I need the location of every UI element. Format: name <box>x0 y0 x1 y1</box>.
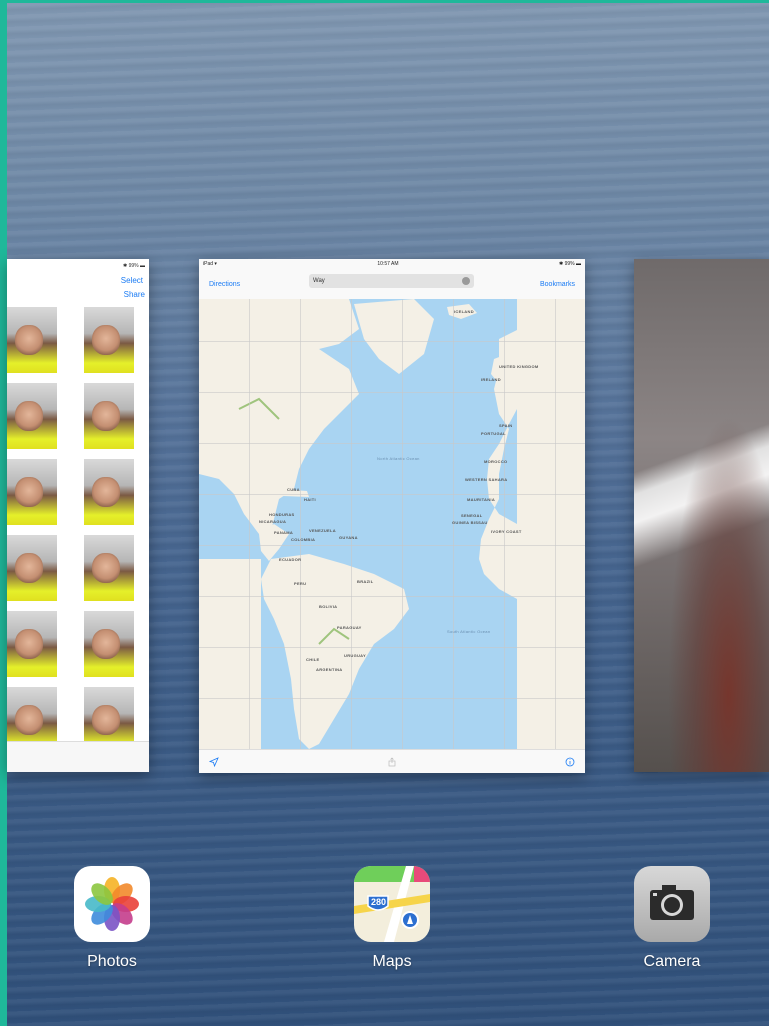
carrier-label: iPad ▾ <box>203 261 217 267</box>
map-label: PARAGUAY <box>337 625 362 630</box>
map-label: CHILE <box>306 657 320 662</box>
photos-bottom-bar <box>7 741 149 772</box>
map-label: MOROCCO <box>484 459 508 464</box>
maps-app-card[interactable]: iPad ▾ 10:57 AM ✱ 99% ▬ Directions Way B… <box>199 259 585 773</box>
clear-icon[interactable] <box>462 277 470 285</box>
map-label: COLOMBIA <box>291 537 316 542</box>
maps-nav-bar: Directions Way Bookmarks <box>199 269 585 300</box>
share-icon[interactable] <box>387 757 397 767</box>
photo-thumbnail[interactable] <box>84 383 134 449</box>
photo-thumbnail[interactable] <box>84 459 134 525</box>
photo-thumbnail[interactable] <box>7 459 57 525</box>
map-label: CUBA <box>287 487 300 492</box>
photos-flower-icon <box>85 877 139 931</box>
battery-status: ✱ 99% ▬ <box>559 261 581 267</box>
photo-thumbnail[interactable] <box>7 535 57 601</box>
photos-status-right: ✱ 99% ▬ <box>123 263 145 269</box>
map-label: IVORY COAST <box>491 529 522 534</box>
maps-status-bar: iPad ▾ 10:57 AM ✱ 99% ▬ <box>199 259 585 269</box>
camera-app-icon[interactable] <box>634 866 710 942</box>
bookmarks-button[interactable]: Bookmarks <box>540 281 575 288</box>
map-label: South Atlantic Ocean <box>447 629 491 634</box>
map-label: GUINEA BISSAU <box>452 520 488 525</box>
map-label: PORTUGAL <box>481 431 506 436</box>
photos-app-icon-group[interactable]: Photos <box>73 866 151 971</box>
map-label: ICELAND <box>454 309 474 314</box>
directions-button[interactable]: Directions <box>209 281 240 288</box>
map-label: MAURITANIA <box>467 497 496 502</box>
maps-road-icon <box>354 866 430 942</box>
maps-app-icon-group[interactable]: 280 Maps <box>353 866 431 971</box>
photo-thumbnail[interactable] <box>84 307 134 373</box>
photo-thumbnail[interactable] <box>7 307 57 373</box>
map-label: NICARAGUA <box>259 519 287 524</box>
camera-app-label: Camera <box>643 953 701 970</box>
map-label: PANAMA <box>274 530 294 535</box>
camera-app-card[interactable] <box>634 259 769 772</box>
highway-shield-label: 280 <box>370 897 387 907</box>
photo-thumbnail[interactable] <box>84 535 134 601</box>
select-button[interactable]: Select <box>121 276 143 285</box>
photos-app-icon[interactable] <box>74 866 150 942</box>
photos-toolbar: Select <box>7 273 149 287</box>
map-label: North Atlantic Ocean <box>377 456 420 461</box>
search-field[interactable]: Way <box>309 274 474 288</box>
info-icon[interactable] <box>565 757 575 767</box>
map-label: HAITI <box>304 497 316 502</box>
share-button[interactable]: Share <box>124 290 145 299</box>
status-time: 10:57 AM <box>377 261 399 267</box>
map-view[interactable]: ICELAND UNITED KINGDOM IRELAND SPAIN POR… <box>199 299 585 749</box>
map-label: ECUADOR <box>279 557 302 562</box>
photos-share-row: Share <box>7 287 149 301</box>
map-label: BRAZIL <box>357 579 374 584</box>
map-label: ARGENTINA <box>316 667 343 672</box>
photo-thumbnail[interactable] <box>7 611 57 677</box>
maps-app-icon[interactable]: 280 <box>354 866 430 942</box>
photo-thumbnail[interactable] <box>84 611 134 677</box>
camera-icon <box>650 885 694 920</box>
map-label: GUYANA <box>339 535 358 540</box>
map-label: WESTERN SAHARA <box>465 477 508 482</box>
photo-thumbnail[interactable] <box>7 383 57 449</box>
photos-app-label: Photos <box>87 953 137 970</box>
map-label: SENEGAL <box>461 513 483 518</box>
maps-bottom-toolbar <box>199 749 585 773</box>
camera-app-icon-group[interactable]: Camera <box>633 866 711 971</box>
location-arrow-icon[interactable] <box>209 756 219 767</box>
map-label: VENEZUELA <box>309 528 336 533</box>
map-label: BOLIVIA <box>319 604 338 609</box>
maps-app-label: Maps <box>372 953 412 970</box>
map-label: SPAIN <box>499 423 513 428</box>
photos-app-card[interactable]: ✱ 99% ▬ Select Share <box>7 259 149 772</box>
search-value: Way <box>313 278 325 284</box>
photos-status-bar: ✱ 99% ▬ <box>7 259 149 273</box>
map-label: PERU <box>294 581 307 586</box>
map-label: HONDURAS <box>269 512 295 517</box>
map-label: URUGUAY <box>344 653 366 658</box>
map-label: UNITED KINGDOM <box>499 364 539 369</box>
map-label: IRELAND <box>481 377 501 382</box>
